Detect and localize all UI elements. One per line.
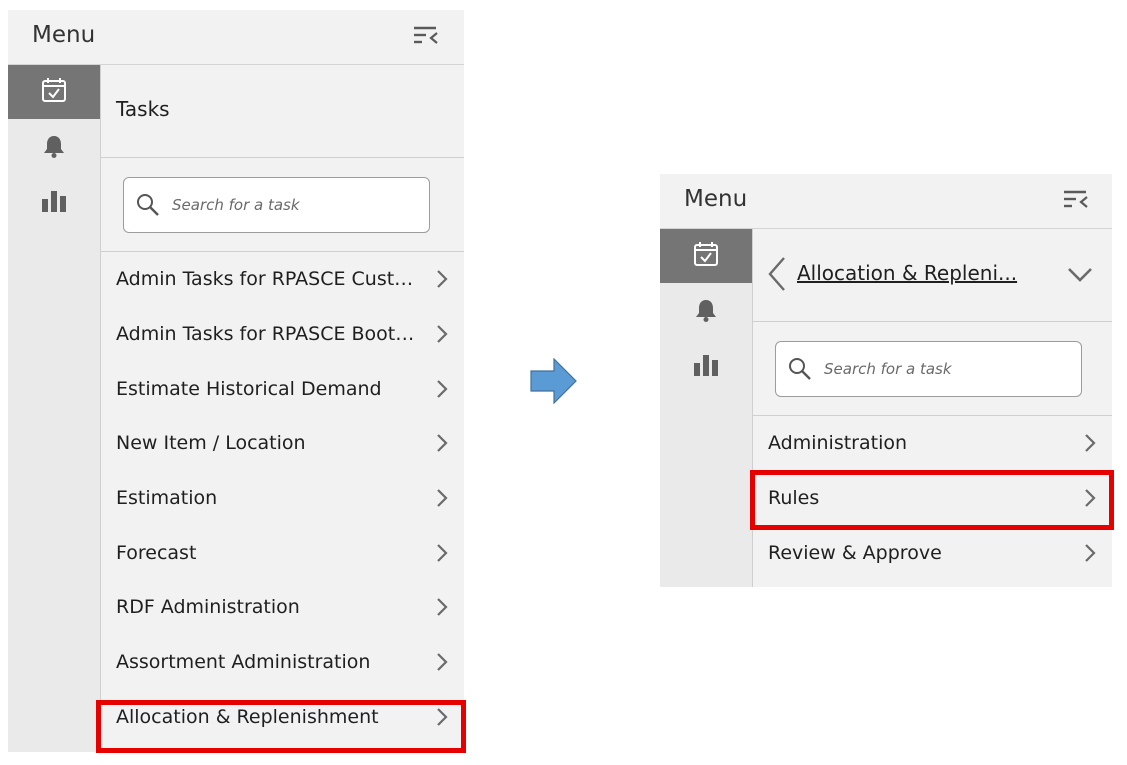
task-list: Administration Rules Review & Approve <box>753 416 1112 580</box>
rail-notifications[interactable] <box>8 121 100 175</box>
task-label: Forecast <box>116 541 197 564</box>
search-zone <box>753 322 1112 416</box>
task-label: New Item / Location <box>116 432 306 455</box>
bar-chart-icon <box>41 189 67 217</box>
list-item[interactable]: New Item / Location <box>101 416 464 471</box>
list-item[interactable]: Estimate Historical Demand <box>101 361 464 416</box>
search-input[interactable] <box>170 195 429 215</box>
left-menu-panel: Menu Tasks Search for a task Admin Tasks… <box>8 10 464 752</box>
tasks-content: Allocation & Repleni... Administration <box>753 229 1112 587</box>
task-label: Review & Approve <box>768 541 942 564</box>
search-box[interactable] <box>775 341 1082 397</box>
task-calendar-icon <box>693 241 719 271</box>
task-label: Allocation & Replenishment <box>116 705 379 728</box>
breadcrumb-header: Allocation & Repleni... <box>753 229 1112 322</box>
task-label: Estimation <box>116 487 218 510</box>
breadcrumb[interactable]: Allocation & Repleni... <box>797 261 1017 285</box>
chevron-right-icon <box>437 544 448 562</box>
list-item[interactable]: RDF Administration <box>101 580 464 635</box>
list-item-rules[interactable]: Rules <box>753 471 1112 526</box>
chevron-right-icon <box>437 598 448 617</box>
chevron-right-icon <box>437 489 448 507</box>
chevron-right-icon <box>1085 489 1096 507</box>
search-box[interactable] <box>123 177 430 233</box>
search-input[interactable] <box>822 359 1081 379</box>
page-title: Tasks <box>116 97 170 121</box>
chevron-right-icon <box>437 434 448 453</box>
task-label: Estimate Historical Demand <box>116 377 382 400</box>
icon-rail <box>8 65 101 752</box>
bell-icon <box>695 298 717 326</box>
list-item[interactable]: Forecast <box>101 525 464 580</box>
chevron-right-icon <box>1085 434 1096 453</box>
task-label: Admin Tasks for RPASCE Bootstra... <box>116 323 424 346</box>
chevron-right-icon <box>437 325 448 343</box>
list-item[interactable]: Admin Tasks for RPASCE Bootstra... <box>101 307 464 362</box>
chevron-right-icon <box>437 270 448 289</box>
list-item[interactable]: Administration <box>753 416 1112 471</box>
list-item[interactable]: Review & Approve <box>753 525 1112 580</box>
task-calendar-icon <box>41 77 67 107</box>
menu-header: Menu <box>660 174 1112 229</box>
list-item-allocation-replenishment[interactable]: Allocation & Replenishment <box>101 690 464 745</box>
collapse-menu-icon[interactable] <box>412 24 440 52</box>
task-label: RDF Administration <box>116 596 300 619</box>
collapse-menu-icon[interactable] <box>1062 188 1090 216</box>
list-item[interactable]: Assortment Administration <box>101 635 464 690</box>
task-label: Rules <box>768 487 820 510</box>
bell-icon <box>43 134 65 162</box>
right-menu-panel: Menu Allocation & Repleni... Search for … <box>660 174 1112 587</box>
bar-chart-icon <box>693 353 719 381</box>
task-label: Administration <box>768 432 908 455</box>
search-icon <box>136 193 160 217</box>
search-zone <box>101 158 464 252</box>
rail-reports[interactable] <box>8 176 100 230</box>
menu-header: Menu <box>8 10 464 65</box>
chevron-down-icon[interactable] <box>1067 267 1093 287</box>
task-label: Admin Tasks for RPASCE Custom... <box>116 268 424 291</box>
icon-rail <box>660 229 753 587</box>
flow-arrow-icon <box>530 357 578 408</box>
menu-title: Menu <box>684 186 748 212</box>
search-icon <box>788 357 812 381</box>
menu-title: Menu <box>32 22 96 48</box>
chevron-right-icon <box>437 653 448 671</box>
chevron-right-icon <box>437 708 448 726</box>
task-list: Admin Tasks for RPASCE Custom... Admin T… <box>101 252 464 744</box>
list-item[interactable]: Estimation <box>101 471 464 526</box>
chevron-right-icon <box>1085 543 1096 562</box>
tasks-header: Tasks <box>101 65 464 158</box>
tasks-content: Tasks Admin Tasks for RPASCE Custom... A… <box>101 65 464 752</box>
list-item[interactable]: Admin Tasks for RPASCE Custom... <box>101 252 464 307</box>
rail-reports[interactable] <box>660 340 752 394</box>
back-chevron-icon[interactable] <box>767 256 787 296</box>
task-label: Assortment Administration <box>116 651 371 674</box>
rail-tasks[interactable] <box>660 229 752 283</box>
rail-notifications[interactable] <box>660 285 752 339</box>
rail-tasks[interactable] <box>8 65 100 119</box>
chevron-right-icon <box>437 379 448 398</box>
